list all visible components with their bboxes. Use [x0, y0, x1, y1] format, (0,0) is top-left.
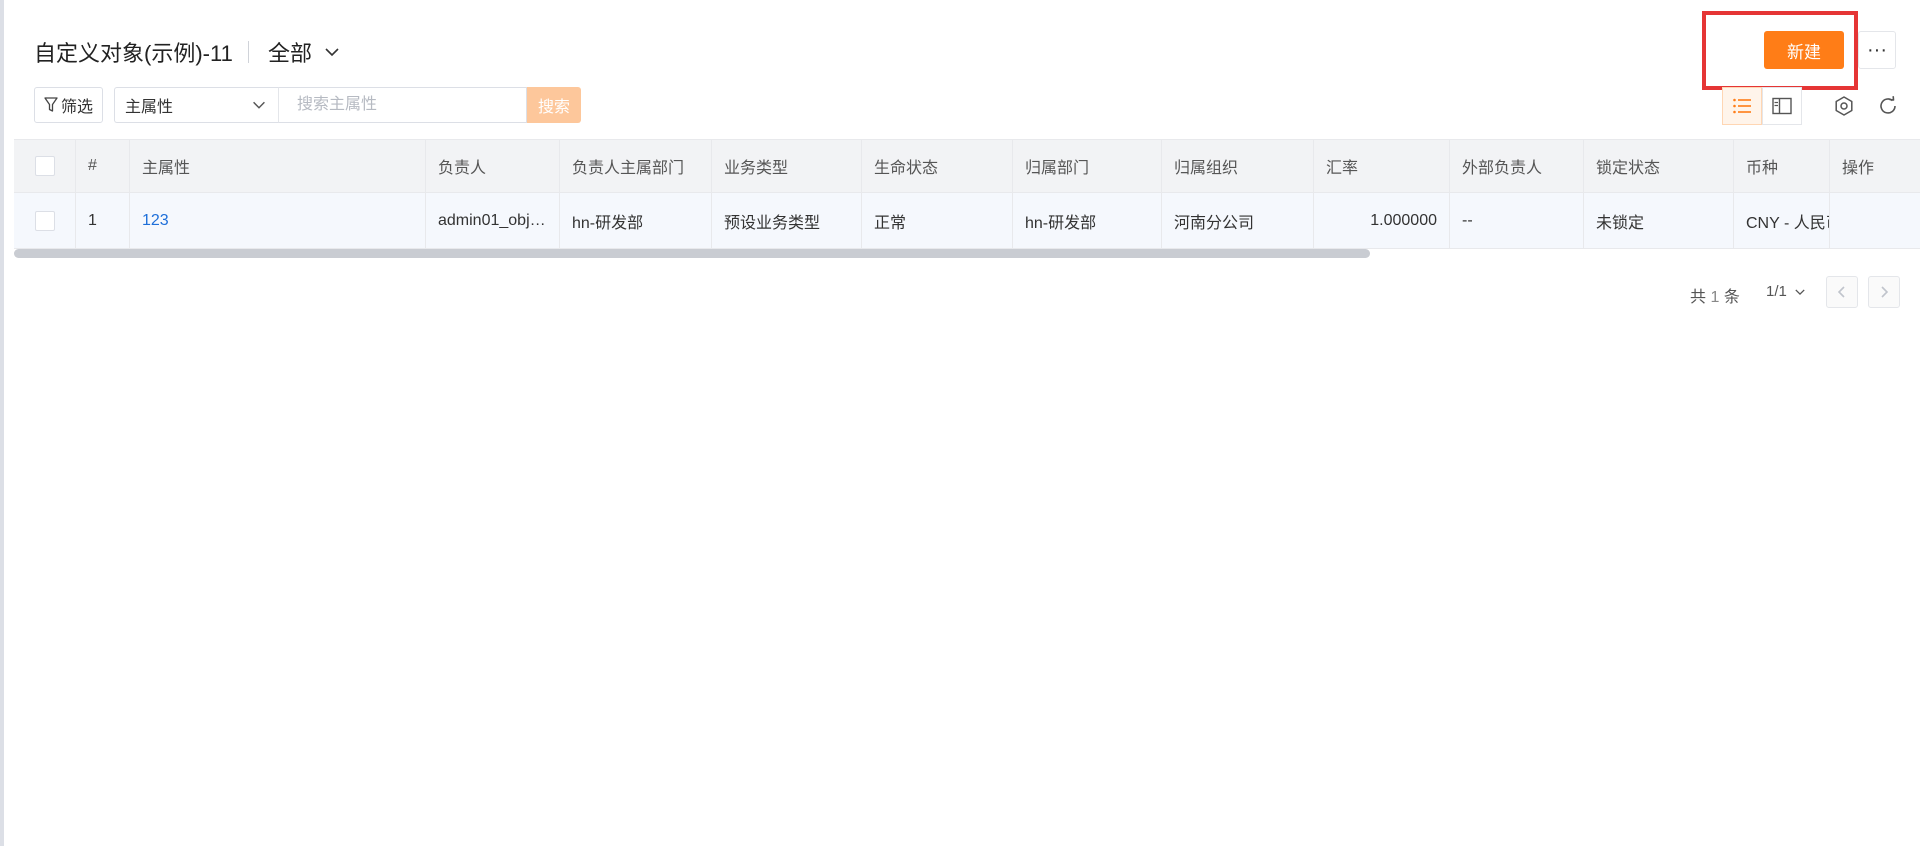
prev-page-button[interactable]	[1826, 276, 1858, 308]
gear-icon	[1835, 96, 1853, 116]
column-header-index: #	[76, 140, 130, 192]
split-view-icon	[1772, 97, 1792, 115]
filter-button[interactable]: 筛选	[34, 87, 103, 123]
row-biz-type: 预设业务类型	[712, 193, 862, 248]
row-currency: CNY - 人民币	[1734, 193, 1830, 248]
row-checkbox-cell	[14, 193, 76, 248]
table-header: # 主属性 负责人 负责人主属部门 业务类型 生命状态 归属部门 归属组织 汇率…	[14, 139, 1920, 193]
row-owner-dept: hn-研发部	[560, 193, 712, 248]
column-header-owner[interactable]: 负责人	[426, 140, 560, 192]
chevron-right-icon	[1881, 286, 1889, 298]
refresh-button[interactable]	[1874, 92, 1902, 120]
row-action	[1830, 193, 1920, 248]
column-header-main[interactable]: 主属性	[130, 140, 426, 192]
left-edge-border	[0, 0, 4, 846]
next-page-button[interactable]	[1868, 276, 1900, 308]
total-count: 共 1 条	[1690, 283, 1740, 307]
column-header-currency[interactable]: 币种	[1734, 140, 1830, 192]
new-button[interactable]: 新建	[1764, 31, 1844, 69]
page-title: 自定义对象(示例)-11	[34, 41, 233, 66]
search-button[interactable]: 搜索	[527, 87, 581, 123]
row-main-link[interactable]: 123	[142, 212, 169, 230]
total-number: 1	[1710, 289, 1720, 306]
object-list-page: 自定义对象(示例)-11 全部 新建 ··· 筛选 主属性 搜索主属性 搜索 #…	[0, 0, 1920, 846]
column-header-life-status[interactable]: 生命状态	[862, 140, 1013, 192]
list-view-icon	[1733, 98, 1751, 114]
view-scope-select[interactable]: 全部	[268, 36, 342, 68]
more-actions-button[interactable]: ···	[1858, 31, 1896, 69]
row-org: 河南分公司	[1162, 193, 1314, 248]
page-select[interactable]: 1/1	[1766, 283, 1807, 300]
column-header-lock-status[interactable]: 锁定状态	[1584, 140, 1734, 192]
filter-label: 筛选	[60, 99, 93, 116]
row-owner: admin01_obj…	[426, 193, 560, 248]
scrollbar-thumb[interactable]	[14, 249, 1370, 258]
header-checkbox-cell	[14, 140, 76, 192]
column-header-owner-dept[interactable]: 负责人主属部门	[560, 140, 712, 192]
view-scope-label: 全部	[268, 41, 313, 66]
funnel-icon	[44, 97, 58, 112]
row-life-status: 正常	[862, 193, 1013, 248]
row-dept: hn-研发部	[1013, 193, 1162, 248]
row-ext-owner: --	[1450, 193, 1584, 248]
search-field-select[interactable]: 主属性	[114, 87, 278, 123]
title-divider	[248, 41, 249, 63]
chevron-down-icon	[1795, 288, 1805, 295]
chevron-down-icon	[325, 48, 339, 57]
horizontal-scrollbar[interactable]	[14, 249, 1920, 258]
view-toggle	[1722, 87, 1802, 125]
select-all-checkbox[interactable]	[34, 156, 55, 176]
row-rate: 1.000000	[1314, 193, 1450, 248]
search-field-label: 主属性	[125, 99, 174, 116]
column-header-ext-owner[interactable]: 外部负责人	[1450, 140, 1584, 192]
more-icon: ···	[1867, 38, 1887, 61]
chevron-left-icon	[1837, 286, 1845, 298]
row-lock-status: 未锁定	[1584, 193, 1734, 248]
total-prefix: 共	[1690, 289, 1707, 306]
data-table: # 主属性 负责人 负责人主属部门 业务类型 生命状态 归属部门 归属组织 汇率…	[14, 139, 1920, 259]
column-header-action: 操作	[1842, 160, 1875, 177]
list-view-button[interactable]	[1722, 87, 1762, 125]
table-row[interactable]: 1 123 admin01_obj… hn-研发部 预设业务类型 正常 hn-研…	[14, 193, 1920, 249]
column-header-dept[interactable]: 归属部门	[1013, 140, 1162, 192]
split-view-button[interactable]	[1762, 87, 1802, 125]
page-indicator: 1/1	[1766, 283, 1787, 300]
column-header-biz-type[interactable]: 业务类型	[712, 140, 862, 192]
settings-button[interactable]	[1830, 92, 1858, 120]
column-header-org[interactable]: 归属组织	[1162, 140, 1314, 192]
total-suffix: 条	[1723, 289, 1740, 306]
row-main-cell: 123	[130, 193, 426, 248]
column-header-rate[interactable]: 汇率	[1314, 140, 1450, 192]
row-checkbox[interactable]	[34, 210, 55, 231]
chevron-down-icon	[253, 101, 265, 109]
search-input[interactable]	[278, 87, 527, 123]
refresh-icon	[1880, 96, 1896, 114]
row-index: 1	[76, 193, 130, 248]
